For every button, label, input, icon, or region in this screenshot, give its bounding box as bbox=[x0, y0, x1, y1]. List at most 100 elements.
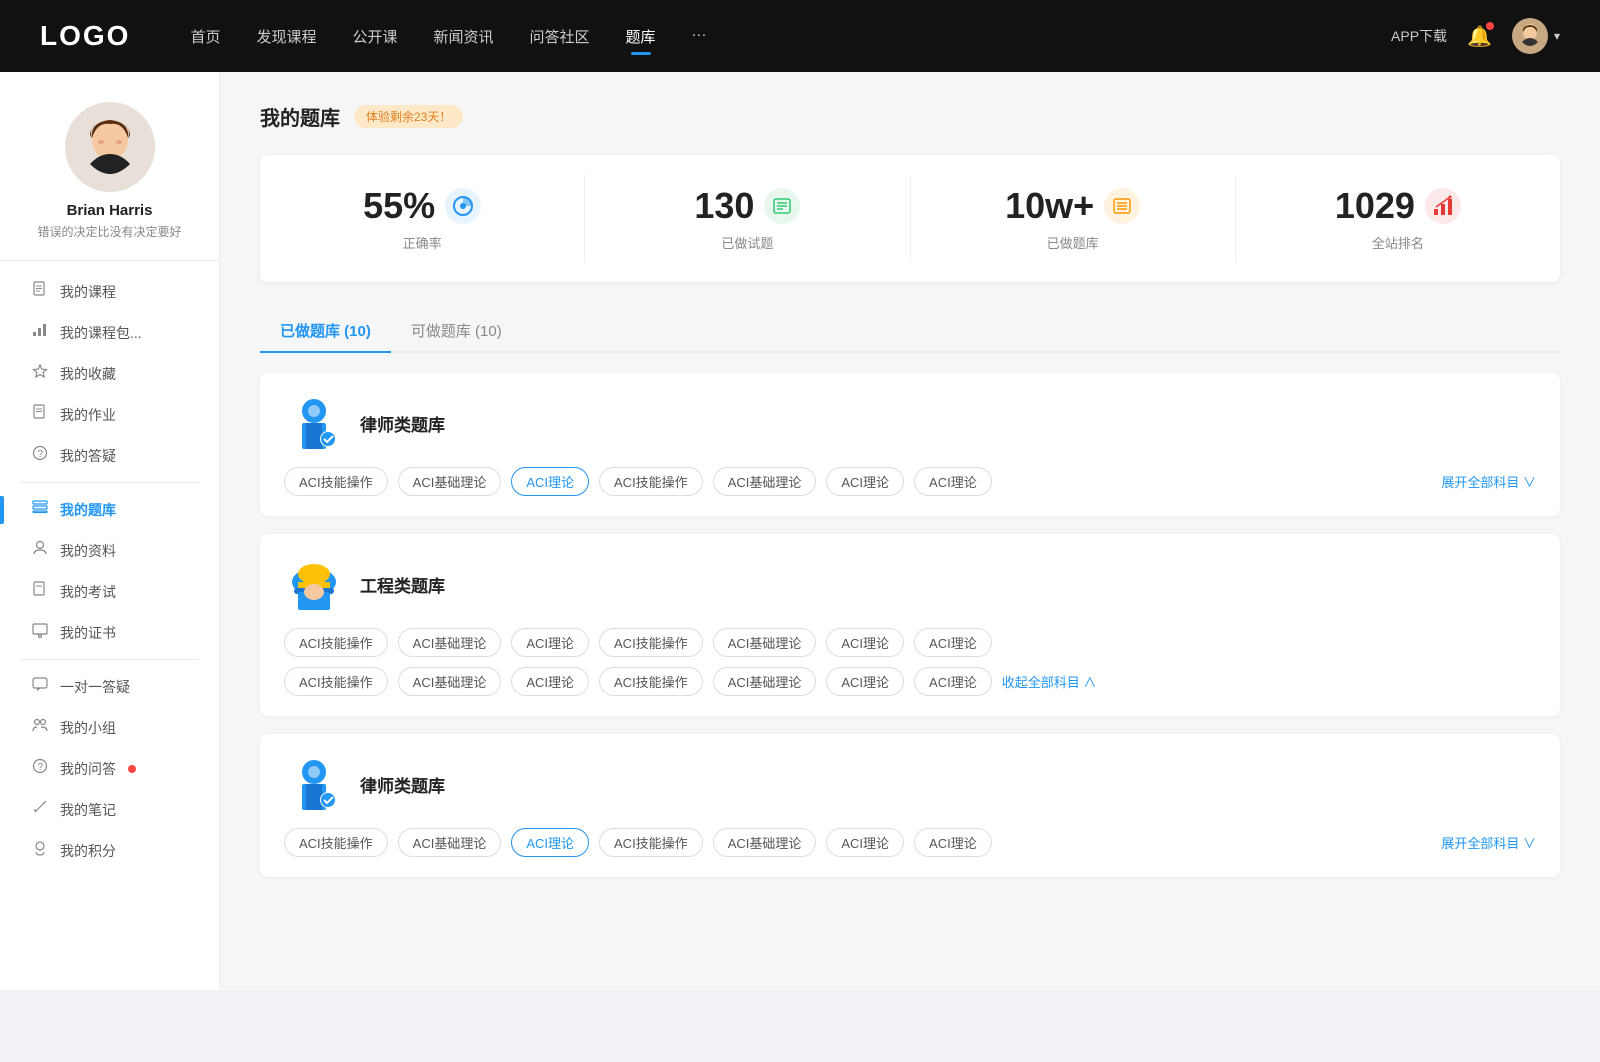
nav-right: APP下载 🔔 ▾ bbox=[1391, 18, 1560, 54]
page-header: 我的题库 体验剩余23天！ bbox=[260, 102, 1560, 131]
tab-available-banks[interactable]: 可做题库 (10) bbox=[391, 310, 522, 351]
profile-slogan: 错误的决定比没有决定要好 bbox=[21, 223, 197, 240]
tag-0-1[interactable]: ACI基础理论 bbox=[398, 467, 502, 496]
sidebar-item-my-notes[interactable]: 我的笔记 bbox=[0, 789, 219, 830]
collapse-link-1[interactable]: 收起全部科目 ∧ bbox=[1002, 672, 1097, 691]
sidebar-label-my-certs: 我的证书 bbox=[60, 623, 116, 643]
stat-label-banks: 已做题库 bbox=[1047, 233, 1099, 252]
tag-1-6[interactable]: ACI理论 bbox=[914, 628, 992, 657]
tags-row-2: ACI技能操作 ACI基础理论 ACI理论 ACI技能操作 ACI基础理论 AC… bbox=[284, 828, 1441, 857]
tag-1-0[interactable]: ACI技能操作 bbox=[284, 628, 388, 657]
engineer-icon bbox=[284, 554, 344, 614]
qbank-card-0: 律师类题库 ACI技能操作 ACI基础理论 ACI理论 ACI技能操作 ACI基… bbox=[260, 373, 1560, 516]
tag-0-2[interactable]: ACI理论 bbox=[511, 467, 589, 496]
qbank-header-2: 律师类题库 bbox=[284, 754, 1536, 814]
tag-1-3[interactable]: ACI技能操作 bbox=[599, 628, 703, 657]
profile-icon bbox=[30, 540, 50, 561]
tag-0-5[interactable]: ACI理论 bbox=[826, 467, 904, 496]
sidebar-menu: 我的课程 我的课程包... 我的收藏 我的作业 bbox=[0, 271, 219, 871]
points-icon bbox=[30, 840, 50, 861]
tag2-1-6[interactable]: ACI理论 bbox=[914, 667, 992, 696]
tag2-1-2[interactable]: ACI理论 bbox=[511, 667, 589, 696]
qbank-tags-area-2: ACI技能操作 ACI基础理论 ACI理论 ACI技能操作 ACI基础理论 AC… bbox=[284, 828, 1536, 857]
tag2-1-4[interactable]: ACI基础理论 bbox=[713, 667, 817, 696]
expand-link-0[interactable]: 展开全部科目 ∨ bbox=[1441, 472, 1536, 491]
tag-1-1[interactable]: ACI基础理论 bbox=[398, 628, 502, 657]
sidebar-item-my-profile[interactable]: 我的资料 bbox=[0, 530, 219, 571]
avatar bbox=[1512, 18, 1548, 54]
sidebar-item-my-favorites[interactable]: 我的收藏 bbox=[0, 353, 219, 394]
stat-value-done: 130 bbox=[694, 185, 754, 227]
navbar: LOGO 首页 发现课程 公开课 新闻资讯 问答社区 题库 ··· APP下载 … bbox=[0, 0, 1600, 72]
sidebar-label-my-exams: 我的考试 bbox=[60, 582, 116, 602]
stat-accuracy: 55% 正确率 bbox=[260, 175, 585, 262]
svg-text:?: ? bbox=[38, 762, 44, 773]
sidebar-item-my-homework[interactable]: 我的作业 bbox=[0, 394, 219, 435]
sidebar-item-my-group[interactable]: 我的小组 bbox=[0, 707, 219, 748]
tags-row-inner-1: ACI技能操作 ACI基础理论 ACI理论 ACI技能操作 ACI基础理论 AC… bbox=[284, 628, 992, 657]
qbank-card-2: 律师类题库 ACI技能操作 ACI基础理论 ACI理论 ACI技能操作 ACI基… bbox=[260, 734, 1560, 877]
tag-0-6[interactable]: ACI理论 bbox=[914, 467, 992, 496]
notes-icon bbox=[30, 799, 50, 820]
nav-link-open-course[interactable]: 公开课 bbox=[352, 26, 397, 47]
notification-bell[interactable]: 🔔 bbox=[1467, 24, 1492, 49]
stat-value-accuracy: 55% bbox=[363, 185, 435, 227]
app-download-link[interactable]: APP下载 bbox=[1391, 26, 1447, 46]
tag2-1-0[interactable]: ACI技能操作 bbox=[284, 667, 388, 696]
tag2-1-3[interactable]: ACI技能操作 bbox=[599, 667, 703, 696]
tag2-1-5[interactable]: ACI理论 bbox=[826, 667, 904, 696]
user-avatar-menu[interactable]: ▾ bbox=[1512, 18, 1560, 54]
tag-2-2[interactable]: ACI理论 bbox=[511, 828, 589, 857]
nav-links: 首页 发现课程 公开课 新闻资讯 问答社区 题库 ··· bbox=[190, 26, 1351, 47]
sidebar-label-my-favorites: 我的收藏 bbox=[60, 364, 116, 384]
expand-link-2[interactable]: 展开全部科目 ∨ bbox=[1441, 833, 1536, 852]
sidebar-item-my-packages[interactable]: 我的课程包... bbox=[0, 312, 219, 353]
tag-1-4[interactable]: ACI基础理论 bbox=[713, 628, 817, 657]
page-title: 我的题库 bbox=[260, 102, 340, 131]
tags-row2-1: ACI技能操作 ACI基础理论 ACI理论 ACI技能操作 ACI基础理论 AC… bbox=[284, 667, 1096, 696]
tag-0-4[interactable]: ACI基础理论 bbox=[713, 467, 817, 496]
tag2-1-1[interactable]: ACI基础理论 bbox=[398, 667, 502, 696]
sidebar-item-my-certs[interactable]: 我的证书 bbox=[0, 612, 219, 653]
stat-done-banks: 10w+ 已做题库 bbox=[911, 175, 1236, 262]
qbank-title-1: 工程类题库 bbox=[360, 572, 445, 597]
trial-badge: 体验剩余23天！ bbox=[354, 105, 463, 128]
sidebar-item-my-exams[interactable]: 我的考试 bbox=[0, 571, 219, 612]
nav-link-more[interactable]: ··· bbox=[692, 26, 707, 47]
tag-2-5[interactable]: ACI理论 bbox=[826, 828, 904, 857]
qbank-tags-area-1: ACI技能操作 ACI基础理论 ACI理论 ACI技能操作 ACI基础理论 AC… bbox=[284, 628, 1536, 696]
exam-icon bbox=[30, 581, 50, 602]
sidebar: Brian Harris 错误的决定比没有决定要好 我的课程 我的课程包... bbox=[0, 72, 220, 990]
profile-avatar bbox=[65, 102, 155, 192]
tag-2-4[interactable]: ACI基础理论 bbox=[713, 828, 817, 857]
nav-link-courses[interactable]: 发现课程 bbox=[256, 26, 316, 47]
tag-1-2[interactable]: ACI理论 bbox=[511, 628, 589, 657]
qa-icon: ? bbox=[30, 758, 50, 779]
divider-2 bbox=[20, 659, 199, 660]
chevron-down-icon: ▾ bbox=[1554, 29, 1560, 43]
tag-2-0[interactable]: ACI技能操作 bbox=[284, 828, 388, 857]
logo: LOGO bbox=[40, 20, 130, 52]
sidebar-label-my-points: 我的积分 bbox=[60, 841, 116, 861]
tag-0-0[interactable]: ACI技能操作 bbox=[284, 467, 388, 496]
sidebar-item-my-points[interactable]: 我的积分 bbox=[0, 830, 219, 871]
nav-link-news[interactable]: 新闻资讯 bbox=[434, 26, 494, 47]
tag-2-6[interactable]: ACI理论 bbox=[914, 828, 992, 857]
sidebar-item-my-questions[interactable]: ? 我的答疑 bbox=[0, 435, 219, 476]
tag-2-1[interactable]: ACI基础理论 bbox=[398, 828, 502, 857]
sidebar-item-one-on-one[interactable]: 一对一答疑 bbox=[0, 666, 219, 707]
tags-row-0: ACI技能操作 ACI基础理论 ACI理论 ACI技能操作 ACI基础理论 AC… bbox=[284, 467, 1441, 496]
sidebar-label-one-on-one: 一对一答疑 bbox=[60, 677, 130, 697]
sidebar-item-my-qa[interactable]: ? 我的问答 bbox=[0, 748, 219, 789]
nav-link-qa[interactable]: 问答社区 bbox=[530, 26, 590, 47]
nav-link-home[interactable]: 首页 bbox=[190, 26, 220, 47]
sidebar-item-my-courses[interactable]: 我的课程 bbox=[0, 271, 219, 312]
tag-0-3[interactable]: ACI技能操作 bbox=[599, 467, 703, 496]
tag-1-5[interactable]: ACI理论 bbox=[826, 628, 904, 657]
sidebar-item-my-qbank[interactable]: 我的题库 bbox=[0, 489, 219, 530]
tab-done-banks[interactable]: 已做题库 (10) bbox=[260, 310, 391, 351]
tag-2-3[interactable]: ACI技能操作 bbox=[599, 828, 703, 857]
stat-value-ranking: 1029 bbox=[1335, 185, 1415, 227]
sidebar-label-my-courses: 我的课程 bbox=[60, 282, 116, 302]
nav-link-qbank[interactable]: 题库 bbox=[626, 26, 656, 47]
